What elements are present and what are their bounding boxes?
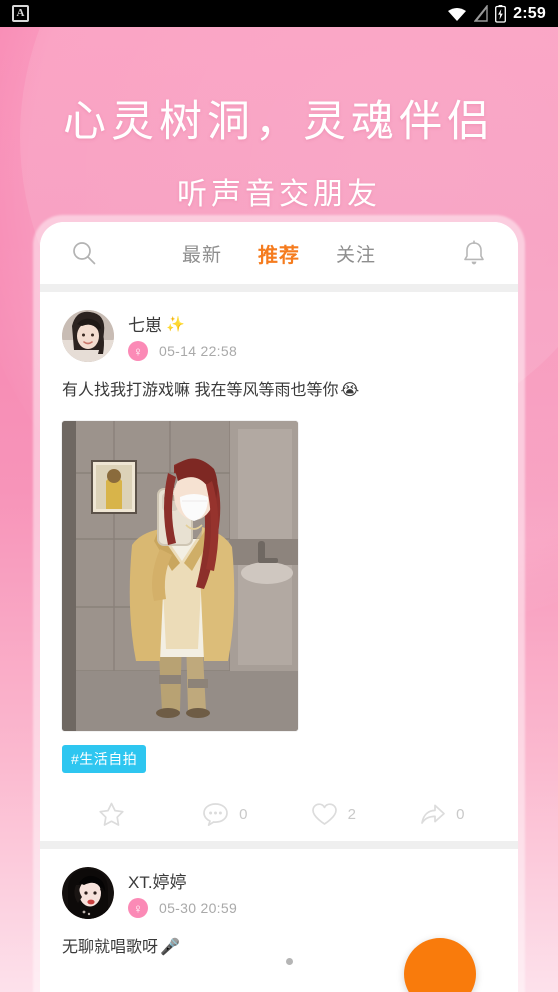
- post-timestamp: 05-14 22:58: [159, 343, 238, 359]
- post-header: XT.婷婷 ♀ 05-30 20:59: [62, 867, 496, 919]
- comment-icon: [203, 802, 228, 826]
- status-bar-left: A: [12, 5, 29, 22]
- post-author-nickname: XT.婷婷: [128, 873, 187, 892]
- tab-latest[interactable]: 最新: [182, 240, 222, 267]
- microphone-emoji-icon: 🎤: [160, 939, 180, 956]
- comment-button[interactable]: 0: [171, 802, 280, 827]
- hero-banner: 心灵树洞，灵魂伴侣 听声音交朋友: [0, 27, 558, 213]
- post-body-copy: 无聊就唱歌呀: [62, 939, 159, 956]
- like-button[interactable]: 2: [279, 802, 388, 827]
- heart-icon: [311, 802, 337, 825]
- nav-separator: [40, 284, 518, 292]
- tab-following[interactable]: 关注: [336, 240, 376, 267]
- avatar-image: [62, 867, 114, 919]
- post-photo-image: [62, 421, 298, 731]
- avatar-image: [62, 310, 114, 362]
- post-feed: 七崽 ✨ ♀ 05-14 22:58 有人找我打游戏嘛 我在等风等雨也等你 😭: [40, 292, 518, 960]
- banner-title: 心灵树洞，灵魂伴侣: [63, 98, 495, 146]
- post-body-copy: 有人找我打游戏嘛 我在等风等雨也等你: [62, 382, 339, 399]
- content-card: 最新 推荐 关注 七崽 ✨ ♀ 05-14 22:58 有人找我打游戏嘛 我在等…: [40, 222, 518, 992]
- share-count: 0: [456, 805, 465, 823]
- post-item[interactable]: 七崽 ✨ ♀ 05-14 22:58 有人找我打游戏嘛 我在等风等雨也等你 😭: [40, 292, 518, 841]
- post-submeta: ♀ 05-14 22:58: [128, 341, 237, 361]
- search-icon: [73, 242, 96, 265]
- sparkles-icon: ✨: [166, 315, 185, 333]
- avatar[interactable]: [62, 867, 114, 919]
- share-icon: [421, 804, 445, 824]
- wifi-icon: [448, 7, 467, 21]
- hashtag-row: #生活自拍: [62, 745, 496, 773]
- status-bar-right: 2:59: [447, 4, 546, 23]
- top-nav-bar: 最新 推荐 关注: [40, 222, 518, 284]
- post-author-nickname: 七崽: [128, 316, 162, 335]
- banner-subtitle: 听声音交朋友: [177, 178, 381, 211]
- feed-tabs: 最新 推荐 关注: [106, 239, 452, 268]
- status-bar-clock: 2:59: [513, 4, 546, 22]
- post-timestamp: 05-30 20:59: [159, 900, 238, 916]
- signal-off-icon: [474, 5, 488, 22]
- share-button[interactable]: 0: [388, 802, 497, 827]
- star-icon: [99, 802, 124, 826]
- post-photo[interactable]: [62, 421, 298, 731]
- post-submeta: ♀ 05-30 20:59: [128, 898, 237, 918]
- like-count: 2: [347, 805, 356, 823]
- favorite-button[interactable]: [62, 801, 171, 828]
- post-author-meta: 七崽 ✨ ♀ 05-14 22:58: [128, 311, 237, 361]
- post-author-name: 七崽 ✨: [128, 311, 237, 336]
- gender-female-icon: ♀: [128, 341, 148, 361]
- notifications-button[interactable]: [452, 239, 496, 267]
- avatar[interactable]: [62, 310, 114, 362]
- status-bar: A 2:59: [0, 0, 558, 27]
- post-body-text: 有人找我打游戏嘛 我在等风等雨也等你 😭: [62, 379, 496, 403]
- hashtag-chip[interactable]: #生活自拍: [62, 745, 147, 773]
- gender-female-icon: ♀: [128, 898, 148, 918]
- comment-count: 0: [239, 805, 248, 823]
- tab-recommended[interactable]: 推荐: [258, 239, 300, 268]
- phone-screen: A 2:59 心灵树洞，灵魂伴侣 听声音交朋友 最新 推荐 关注 七崽 ✨ ♀ …: [0, 0, 558, 992]
- post-action-bar: 0 2 0: [62, 787, 496, 841]
- loading-dot: [286, 958, 293, 965]
- post-divider: [40, 841, 518, 849]
- font-size-a-icon: A: [12, 5, 29, 22]
- battery-charging-icon: [495, 4, 507, 23]
- bell-icon: [464, 239, 484, 264]
- post-author-meta: XT.婷婷 ♀ 05-30 20:59: [128, 868, 237, 918]
- search-button[interactable]: [62, 240, 106, 266]
- post-author-name: XT.婷婷: [128, 868, 237, 893]
- crying-emoji-icon: 😭: [340, 382, 360, 399]
- post-header: 七崽 ✨ ♀ 05-14 22:58: [62, 310, 496, 362]
